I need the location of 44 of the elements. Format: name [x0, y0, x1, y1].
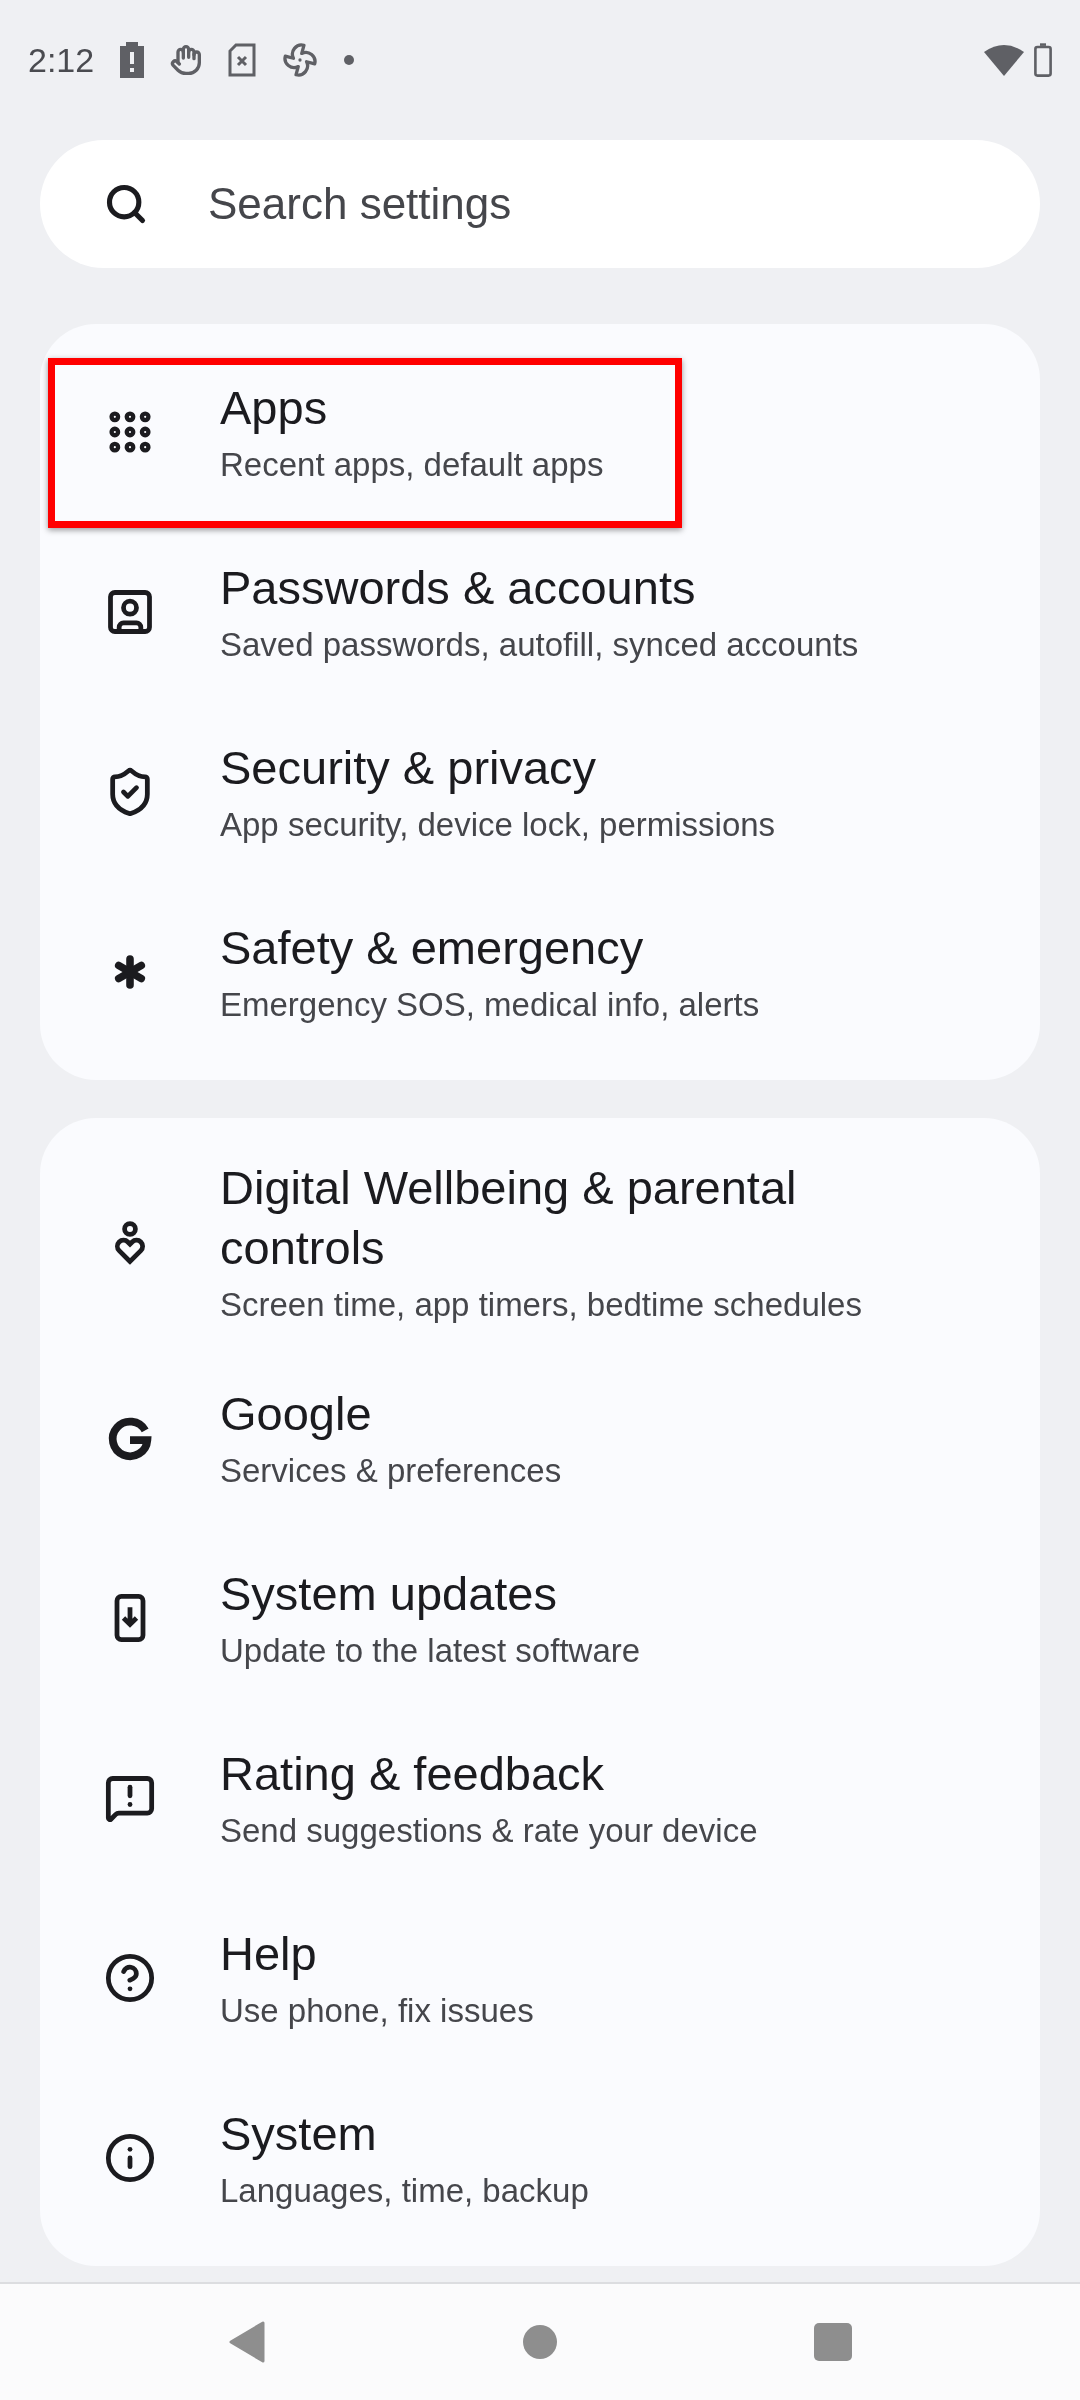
battery-alert-icon: [120, 42, 145, 78]
item-title: System: [220, 2106, 378, 2162]
item-subtitle: Screen time, app timers, bedtime schedules: [220, 1285, 863, 1325]
info-icon: [104, 2132, 156, 2184]
item-title: Digital Wellbeing & parental controls: [220, 1160, 798, 1276]
settings-item[interactable]: Rating & feedback Send suggestions & rate your device: [40, 1708, 1040, 1888]
settings-item[interactable]: Safety & emergency Emergency SOS, medical info, alerts: [40, 882, 1040, 1062]
item-subtitle: Emergency SOS, medical info, alerts: [220, 985, 760, 1025]
wifi-icon: [984, 44, 1024, 76]
item-title: Help: [220, 1926, 318, 1982]
item-subtitle: Saved passwords, autofill, synced accounts: [220, 625, 859, 665]
sim-card-x-icon: [228, 43, 257, 77]
recents-square-icon: [814, 2323, 853, 2361]
item-title: Passwords & accounts: [220, 560, 697, 616]
battery-icon: [1034, 43, 1052, 77]
help-icon: [104, 1952, 156, 2004]
item-subtitle: App security, device lock, permissions: [220, 805, 776, 845]
pinwheel-icon: [282, 42, 319, 78]
search-icon: [104, 182, 148, 226]
item-title: Google: [220, 1386, 373, 1442]
waving-hand-icon: [170, 44, 203, 76]
settings-item[interactable]: Help Use phone, fix issues: [40, 1888, 1040, 2068]
settings-item[interactable]: System updates Update to the latest software: [40, 1528, 1040, 1708]
search-field[interactable]: Search settings: [40, 140, 1040, 268]
settings-item[interactable]: Passwords & accounts Saved passwords, autofill, synced accounts: [40, 522, 1040, 702]
item-subtitle: Services & preferences: [220, 1451, 562, 1491]
settings-item[interactable]: Security & privacy App security, device lock, permissions: [40, 702, 1040, 882]
item-title: Safety & emergency: [220, 920, 645, 976]
search-input[interactable]: Search settings: [208, 171, 1040, 237]
settings-item[interactable]: Digital Wellbeing & parental controls Screen time, app timers, bedtime schedules: [40, 1136, 1040, 1348]
item-title: System updates: [220, 1566, 558, 1622]
item-title: Security & privacy: [220, 740, 598, 796]
settings-item[interactable]: Google Services & preferences: [40, 1348, 1040, 1528]
back-triangle-icon: [228, 2321, 265, 2363]
item-subtitle: Update to the latest software: [220, 1631, 641, 1671]
item-title: Apps: [220, 380, 329, 436]
settings-item[interactable]: System Languages, time, backup: [40, 2068, 1040, 2248]
item-subtitle: Use phone, fix issues: [220, 1991, 534, 2031]
item-subtitle: Send suggestions & rate your device: [220, 1811, 758, 1851]
item-subtitle: Recent apps, default apps: [220, 445, 604, 485]
item-subtitle: Languages, time, backup: [220, 2171, 589, 2211]
settings-item[interactable]: Apps Recent apps, default apps: [40, 342, 1040, 522]
item-title: Rating & feedback: [220, 1746, 606, 1802]
status-time: 2:12: [28, 39, 95, 81]
